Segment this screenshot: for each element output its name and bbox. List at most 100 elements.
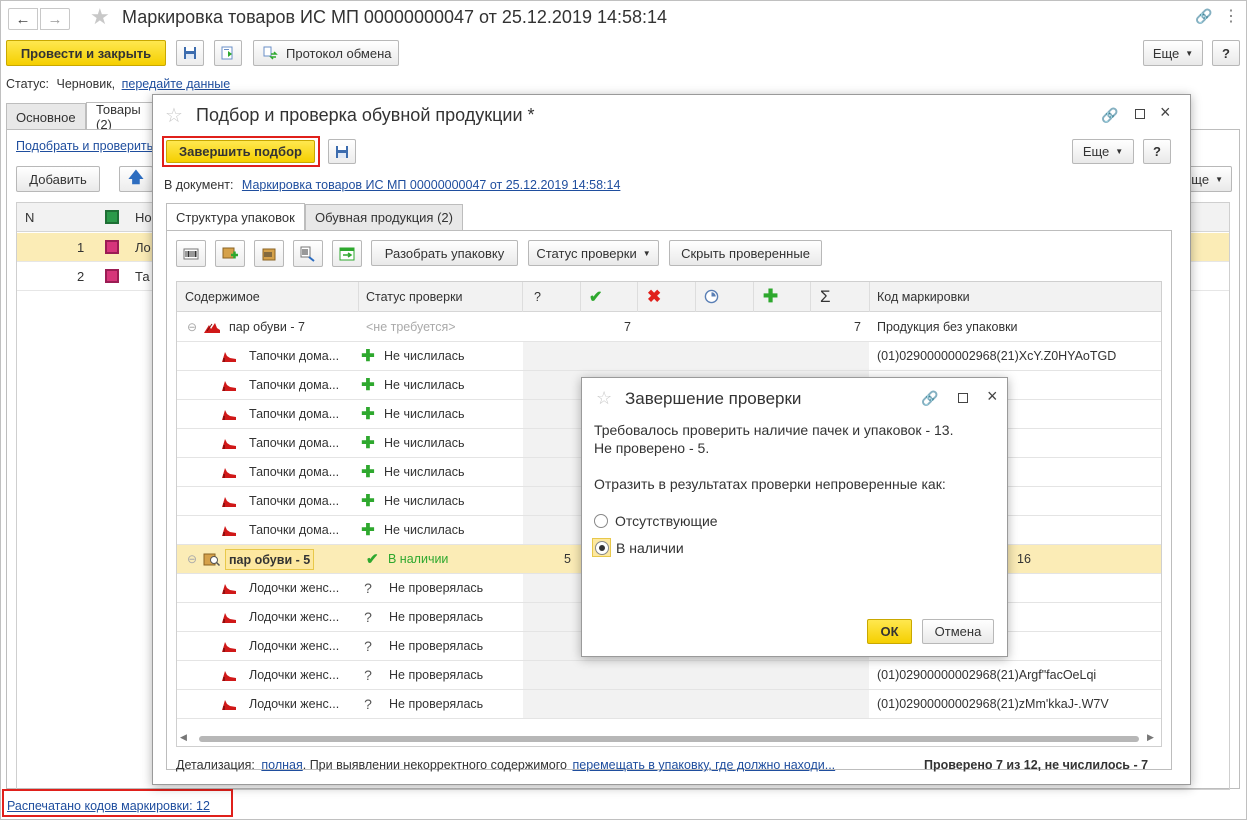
doc-line: В документ: Маркировка товаров ИС МП 000…: [164, 178, 620, 192]
main-more-button[interactable]: Еще ▼: [1143, 40, 1203, 66]
move-up-button[interactable]: 🡅: [119, 166, 153, 192]
finish-check-dialog: ☆ Завершение проверки 🔗 × Требовалось пр…: [581, 377, 1008, 657]
pick-and-check-link[interactable]: Подобрать и проверить: [16, 139, 152, 153]
maximize-icon[interactable]: [1135, 109, 1145, 119]
group-name: пар обуви - 5: [225, 549, 315, 570]
col-sum-header: Σ: [820, 286, 831, 306]
group-total-count: 7: [854, 320, 861, 334]
item-status: Не числилась: [384, 465, 465, 479]
favorite-star-icon[interactable]: ☆: [596, 388, 612, 409]
item-counts-cell: [523, 690, 869, 718]
col-divider: [695, 282, 696, 312]
detail-text: . При выявлении некорректного содержимог…: [302, 758, 567, 772]
doc-link[interactable]: Маркировка товаров ИС МП 00000000047 от …: [242, 178, 621, 192]
item-status: Не проверялась: [389, 697, 484, 711]
main-help-button[interactable]: ?: [1212, 40, 1240, 66]
add-package-button[interactable]: [215, 240, 245, 267]
printed-codes-link[interactable]: Распечатано кодов маркировки: 12: [7, 799, 210, 813]
detail-label: Детализация:: [176, 758, 255, 772]
col-status-header: Статус проверки: [366, 289, 463, 304]
item-row[interactable]: Лодочки женс...? Не проверялась (01)029000…: [177, 690, 1161, 719]
col-name-header: Но: [135, 210, 152, 225]
col-divider: [637, 282, 638, 312]
add-button[interactable]: Добавить: [16, 166, 100, 192]
maximize-icon[interactable]: [958, 393, 968, 403]
pick-window-title: Подбор и проверка обувной продукции *: [196, 105, 535, 125]
main-window-title: Маркировка товаров ИС МП 00000000047 от …: [122, 7, 668, 27]
favorite-star-icon[interactable]: ☆: [165, 103, 183, 128]
group-code: Продукция без упаковки: [877, 320, 1018, 334]
more-actions-icon[interactable]: ⋮: [1223, 6, 1239, 26]
forward-button[interactable]: →: [40, 8, 70, 30]
shoe-icon: [221, 632, 237, 660]
link-icon[interactable]: 🔗: [921, 390, 938, 407]
link-icon[interactable]: 🔗: [1195, 8, 1212, 25]
group-code: 16: [1017, 552, 1031, 566]
checkmark-icon: ✔: [589, 288, 603, 306]
pick-more-button[interactable]: Еще ▼: [1072, 139, 1134, 164]
marking-code-icon: [105, 240, 119, 254]
status-label: Статус:: [6, 77, 49, 91]
scroll-left-icon[interactable]: ◀: [180, 732, 187, 743]
radio-absent[interactable]: Отсутствующие: [594, 513, 718, 529]
favorite-star-icon[interactable]: ★: [90, 4, 110, 30]
link-icon[interactable]: 🔗: [1101, 107, 1118, 124]
item-status: Не проверялась: [389, 668, 484, 682]
dialog-message-line2: Не проверено - 5.: [594, 440, 710, 456]
close-icon[interactable]: ×: [987, 386, 998, 407]
collapse-icon[interactable]: ⊖: [187, 313, 197, 341]
row-number: 2: [77, 269, 85, 284]
unpack-button[interactable]: Разобрать упаковку: [371, 240, 518, 266]
shoe-icon: [221, 429, 237, 457]
item-status: Не проверялась: [389, 610, 484, 624]
question-icon: ?: [364, 580, 372, 596]
save-button[interactable]: [176, 40, 204, 66]
table-export-button[interactable]: [332, 240, 362, 267]
check-status-button[interactable]: Статус проверки ▼: [528, 240, 659, 266]
row-number: 1: [77, 240, 85, 255]
horizontal-scrollbar[interactable]: ◀ ▶: [177, 732, 1161, 746]
tab-main[interactable]: Основное: [6, 103, 86, 130]
barcode-search-button[interactable]: [293, 240, 323, 267]
ok-button[interactable]: ОК: [867, 619, 912, 644]
scroll-right-icon[interactable]: ▶: [1147, 732, 1154, 743]
detail-link[interactable]: полная: [261, 758, 302, 772]
shoe-icon: [221, 690, 237, 718]
floppy-icon: [184, 47, 196, 59]
package-search-icon: [203, 545, 221, 573]
item-row[interactable]: Тапочки дома... ✚ Не числилась (01)02900000…: [177, 342, 1161, 371]
item-counts-cell: [523, 342, 869, 370]
hide-checked-button[interactable]: Скрыть проверенные: [669, 240, 822, 266]
scan-barcode-button[interactable]: [176, 240, 206, 267]
dialog-title: Завершение проверки: [625, 389, 802, 408]
col-content-header: Содержимое: [185, 289, 260, 304]
col-code-header: Код маркировки: [877, 289, 970, 304]
item-status: Не числилась: [384, 494, 465, 508]
save-button[interactable]: [328, 139, 356, 164]
col-divider: [810, 282, 811, 312]
scrollbar-thumb[interactable]: [199, 736, 1139, 742]
tab-shoes[interactable]: Обувная продукция (2): [305, 204, 463, 230]
post-document-button[interactable]: [214, 40, 242, 66]
radio-absent-label: Отсутствующие: [615, 513, 718, 529]
move-into-package-link[interactable]: перемещать в упаковку, где должно находи…: [572, 758, 835, 772]
radio-present[interactable]: В наличии: [592, 538, 684, 557]
exchange-log-button[interactable]: Протокол обмена: [253, 40, 399, 66]
finish-pick-button[interactable]: Завершить подбор: [166, 140, 315, 163]
close-icon[interactable]: ×: [1160, 102, 1171, 123]
shoe-icon: [221, 661, 237, 689]
back-button[interactable]: ←: [8, 8, 38, 30]
send-data-link[interactable]: передайте данные: [122, 77, 231, 91]
item-status: Не числилась: [384, 349, 465, 363]
tab-structure[interactable]: Структура упаковок: [166, 203, 305, 231]
cancel-button[interactable]: Отмена: [922, 619, 994, 644]
group-row[interactable]: ⊖ пар обуви - 7 <не требуется> 7 7 Проду…: [177, 313, 1161, 342]
item-name: Тапочки дома...: [249, 465, 340, 479]
collapse-icon[interactable]: ⊖: [187, 545, 197, 573]
package-button[interactable]: [254, 240, 284, 267]
pick-help-button[interactable]: ?: [1143, 139, 1171, 164]
post-and-close-button[interactable]: Провести и закрыть: [6, 40, 166, 66]
item-row[interactable]: Лодочки женс...? Не проверялась (01)029000…: [177, 661, 1161, 690]
tab-goods[interactable]: Товары (2): [86, 102, 156, 130]
tab-main-label: Основное: [16, 109, 76, 125]
